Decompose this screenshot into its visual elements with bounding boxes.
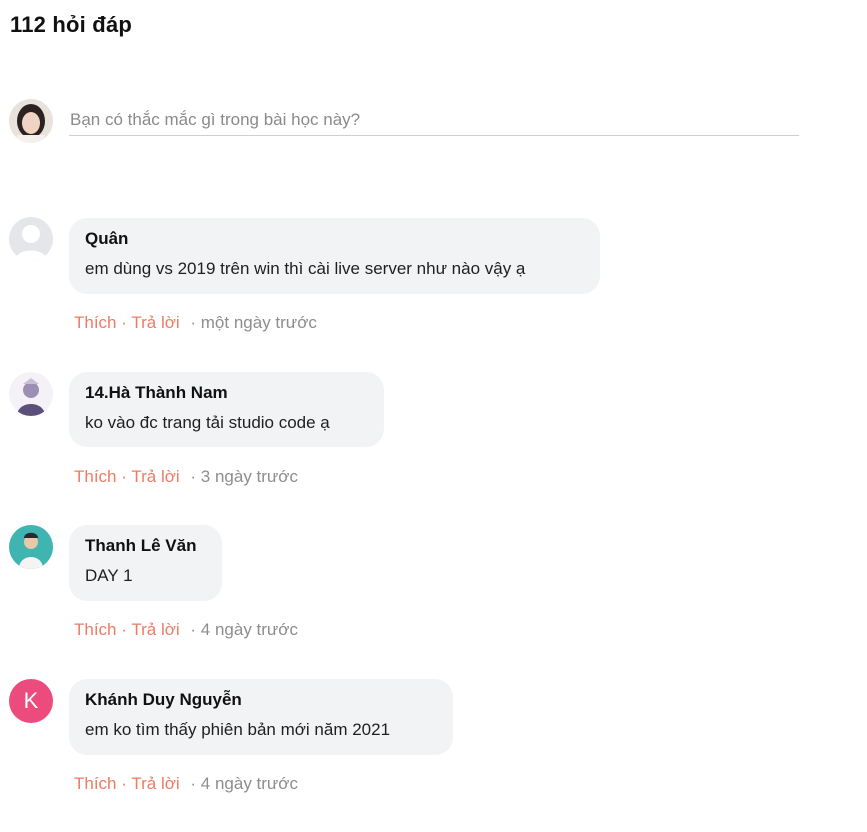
reply-button[interactable]: Trả lời	[131, 467, 179, 486]
comment-bubble: Quân em dùng vs 2019 trên win thì cài li…	[69, 218, 600, 294]
current-user-avatar[interactable]	[9, 99, 53, 143]
comment-actions: Thích · Trả lời · 4 ngày trước	[74, 620, 298, 640]
avatar-letter: K	[23, 688, 39, 713]
avatar[interactable]	[9, 372, 53, 416]
comment-timestamp: · 4 ngày trước	[190, 774, 298, 793]
like-button[interactable]: Thích	[74, 467, 117, 486]
comment-actions: Thích · Trả lời · một ngày trước	[74, 313, 317, 333]
like-button[interactable]: Thích	[74, 620, 117, 639]
comment-bubble: Khánh Duy Nguyễn em ko tìm thấy phiên bả…	[69, 679, 453, 755]
comment-bubble: Thanh Lê Văn DAY 1	[69, 525, 222, 601]
comment-timestamp: · 3 ngày trước	[190, 467, 298, 486]
comment-author[interactable]: Quân	[85, 228, 584, 250]
comment-timestamp: · một ngày trước	[190, 313, 317, 332]
avatar[interactable]	[9, 525, 53, 569]
page-title: 112 hỏi đáp	[10, 12, 133, 37]
comment-author[interactable]: Khánh Duy Nguyễn	[85, 689, 437, 711]
comment-bubble: 14.Hà Thành Nam ko vào đc trang tải stud…	[69, 372, 384, 447]
comment-text: em dùng vs 2019 trên win thì cài live se…	[85, 259, 526, 278]
avatar[interactable]: K	[9, 679, 53, 723]
reply-button[interactable]: Trả lời	[131, 774, 179, 793]
separator-dot: ·	[121, 467, 127, 486]
comment-author[interactable]: Thanh Lê Văn	[85, 535, 206, 557]
reply-button[interactable]: Trả lời	[131, 313, 179, 332]
separator-dot: ·	[121, 774, 127, 793]
comment-timestamp: · 4 ngày trước	[190, 620, 298, 639]
comment-text: DAY 1	[85, 566, 133, 585]
separator-dot: ·	[121, 620, 127, 639]
like-button[interactable]: Thích	[74, 774, 117, 793]
comment-text: ko vào đc trang tải studio code ạ	[85, 413, 330, 432]
comment-actions: Thích · Trả lời · 4 ngày trước	[74, 774, 298, 794]
reply-button[interactable]: Trả lời	[131, 620, 179, 639]
avatar[interactable]	[9, 217, 53, 261]
question-input[interactable]	[69, 104, 799, 136]
comment-text: em ko tìm thấy phiên bản mới năm 2021	[85, 720, 391, 739]
separator-dot: ·	[121, 313, 127, 332]
comment-actions: Thích · Trả lời · 3 ngày trước	[74, 467, 298, 487]
comment-author[interactable]: 14.Hà Thành Nam	[85, 382, 368, 404]
like-button[interactable]: Thích	[74, 313, 117, 332]
